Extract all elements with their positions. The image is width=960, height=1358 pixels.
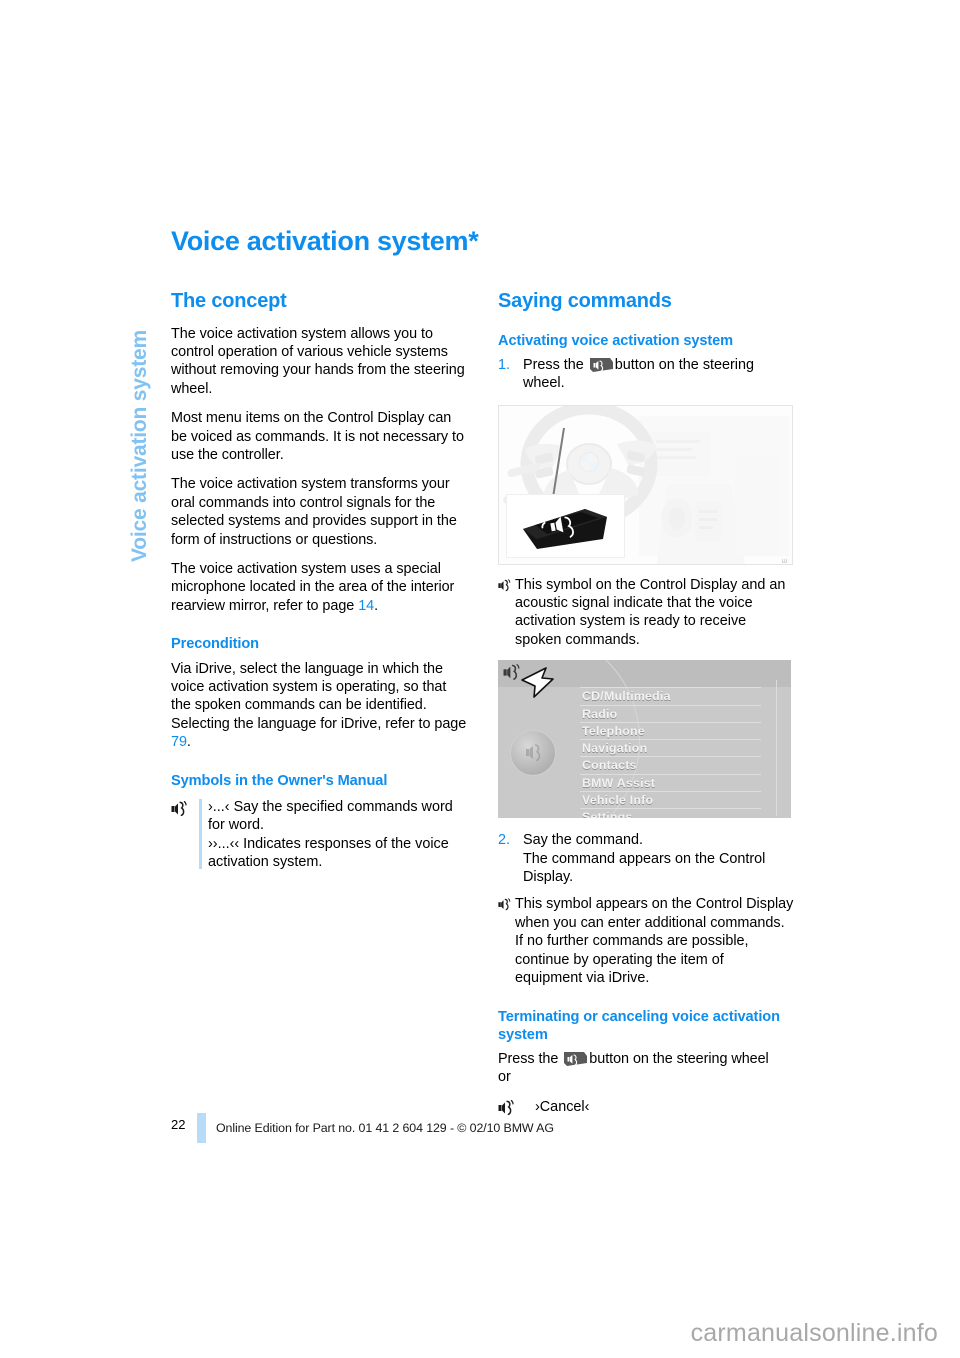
footer-credit: Online Edition for Part no. 01 41 2 604 … (216, 1121, 554, 1135)
menu-item-settings[interactable]: Settings (580, 808, 761, 818)
symbols-legend-line-1: ›...‹ Say the specified commands word fo… (208, 798, 453, 834)
section-heading-symbols: Symbols in the Owner's Manual (171, 772, 388, 789)
step-2-line-1: Say the command. (523, 832, 643, 849)
step-1-number: 1. (498, 356, 511, 373)
concept-mic-text-after: . (374, 597, 379, 614)
page-title: Voice activation system* (171, 226, 479, 256)
step-2-line-2: The command appears on the Control Displ… (523, 850, 766, 886)
symbols-legend-block: ›...‹ Say the specified commands word fo… (171, 798, 470, 872)
concept-paragraph-3: The voice activation system transforms y… (171, 476, 457, 548)
section-heading-activating: Activating voice activation system (498, 332, 734, 349)
voice-command-icon (498, 578, 513, 596)
terminating-press-paragraph: Press the button on the steering wheel (498, 1050, 794, 1068)
step-2-number: 2. (498, 832, 511, 849)
step-1: 1. Press the button on the steering wheel… (498, 356, 794, 393)
voice-command-icon (498, 897, 513, 915)
ready-indication-paragraph: This symbol on the Control Display and a… (498, 576, 794, 650)
menu-item-bmw-assist[interactable]: BMW Assist (580, 773, 761, 791)
menu-item-contacts[interactable]: Contacts (580, 756, 761, 773)
chapter-tab: Voice activation system (118, 232, 162, 562)
page-reference-79[interactable]: 79 (171, 734, 187, 750)
step-1-text-before: Press the (523, 356, 584, 373)
menu-item-vehicle-info[interactable]: Vehicle Info (580, 791, 761, 808)
page-footer: 22 Online Edition for Part no. 01 41 2 6… (171, 1113, 811, 1143)
menu-item-cd-multimedia[interactable]: CD/Multimedia (580, 687, 761, 704)
section-heading-precondition: Precondition (171, 636, 259, 653)
ready-indication-text: This symbol on the Control Display and a… (515, 576, 786, 648)
section-heading-saying-commands: Saying commands (498, 290, 672, 312)
voice-command-icon (171, 800, 190, 821)
left-column: The concept The voice activation system … (171, 290, 470, 871)
steering-wheel-voice-button-icon (564, 1051, 588, 1066)
additional-commands-text: This symbol appears on the Control Displ… (515, 896, 794, 987)
steering-wheel-voice-button-icon (589, 357, 613, 372)
page-reference-14[interactable]: 14 (358, 598, 374, 614)
section-heading-the-concept: The concept (171, 290, 287, 312)
idrive-main-menu: CD/Multimedia Radio Telephone Navigation… (580, 687, 761, 818)
page-number: 22 (171, 1117, 186, 1132)
figure-code-label: VO370EN01E (782, 558, 789, 564)
additional-commands-paragraph: This symbol appears on the Control Displ… (498, 895, 794, 987)
concept-paragraph-2: Most menu items on the Control Display c… (171, 410, 464, 464)
terminating-or: or (498, 1069, 511, 1086)
menu-item-navigation[interactable]: Navigation (580, 739, 761, 756)
manual-page: Voice activation system Voice activation… (0, 0, 960, 1358)
site-watermark: carmanualsonline.info (690, 1319, 938, 1347)
symbols-legend-line-2: ››...‹‹ Indicates responses of the voice… (208, 835, 449, 870)
display-right-edge (776, 680, 777, 817)
precondition-paragraph: Via iDrive, select the language in which… (171, 660, 470, 752)
concept-microphone-paragraph: The voice activation system uses a speci… (171, 560, 470, 615)
step-2: 2. Say the command. The command appears o… (498, 831, 794, 886)
precondition-text-before: Via iDrive, select the language in which… (171, 660, 467, 732)
steering-wheel-illustration: VO370EN01E (498, 404, 793, 565)
footer-blue-bar (197, 1113, 206, 1143)
menu-item-radio[interactable]: Radio (580, 704, 761, 722)
chapter-tab-label: Voice activation system (128, 330, 151, 562)
terminating-text-before: Press the (498, 1050, 559, 1067)
control-display-menu-illustration: CD/Multimedia Radio Telephone Navigation… (498, 660, 791, 819)
concept-mic-text-before: The voice activation system uses a speci… (171, 561, 455, 614)
blue-rule-divider (199, 798, 202, 870)
precondition-text-after: . (186, 734, 191, 751)
voice-button-closeup-inset (506, 493, 625, 558)
menu-item-telephone[interactable]: Telephone (580, 721, 761, 739)
arrow-cursor-icon (518, 666, 558, 711)
display-rotary-graphic (510, 730, 556, 777)
section-heading-terminating: Terminating or canceling voice activatio… (498, 1008, 780, 1043)
right-column: Saying commands Activating voice activat… (498, 290, 794, 1127)
concept-paragraph-1: The voice activation system allows you t… (171, 325, 465, 397)
terminating-text-after: button on the steering wheel (589, 1050, 769, 1067)
